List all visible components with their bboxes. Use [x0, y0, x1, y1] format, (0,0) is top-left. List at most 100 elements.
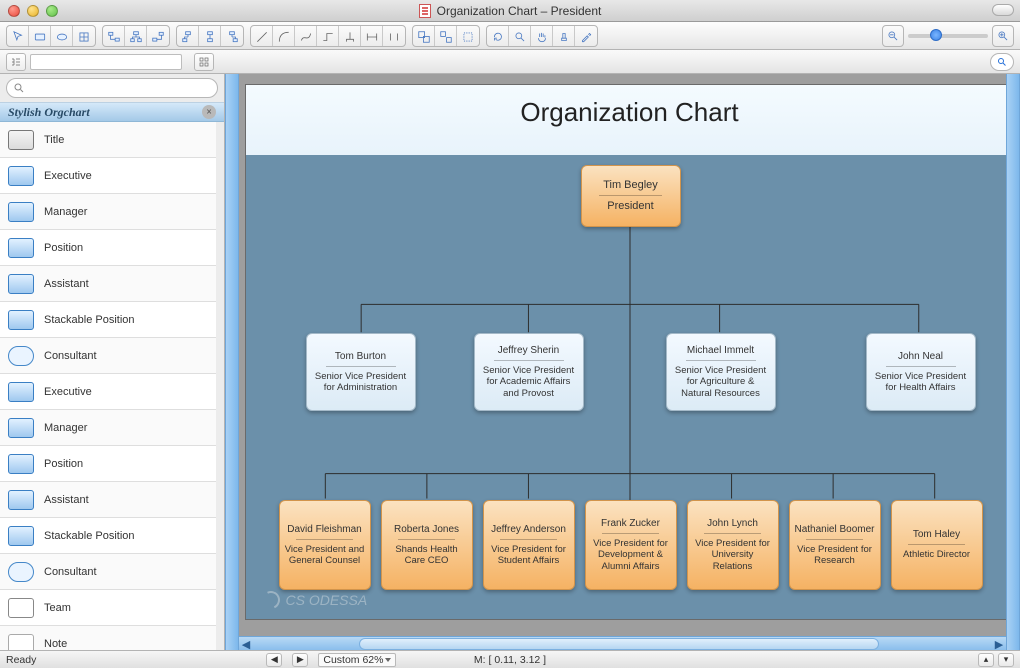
group-tool[interactable] — [413, 26, 435, 47]
scroll-left-button[interactable]: ◀ — [239, 637, 253, 650]
connector-elbow-tool[interactable] — [317, 26, 339, 47]
org-node[interactable]: Tom HaleyAthletic Director — [891, 500, 983, 590]
page-nav-a[interactable]: ▴ — [978, 653, 994, 667]
org-node[interactable]: David FleishmanVice President and Genera… — [279, 500, 371, 590]
grid-view-button[interactable] — [194, 53, 214, 71]
tree-view-toggle[interactable] — [6, 53, 26, 71]
pointer-tool[interactable] — [7, 26, 29, 47]
refresh-tool[interactable] — [487, 26, 509, 47]
zoom-slider-track[interactable] — [908, 34, 988, 38]
sidebar-group-header[interactable]: Stylish Orgchart × — [0, 102, 224, 122]
org-node[interactable]: Jeffrey SherinSenior Vice President for … — [474, 333, 584, 411]
ungroup-tool[interactable] — [435, 26, 457, 47]
sidebar-search-input[interactable] — [6, 78, 218, 98]
shape-icon — [8, 526, 34, 546]
shape-item-stackable-position[interactable]: Stackable Position — [0, 518, 216, 554]
tree-left-tool[interactable] — [103, 26, 125, 47]
close-window-button[interactable] — [8, 5, 20, 17]
zoom-slider[interactable] — [882, 25, 1014, 47]
path-field[interactable] — [30, 54, 182, 70]
line-tool[interactable] — [251, 26, 273, 47]
canvas-scroll[interactable]: Organization Chart Tim BegleyPresidentTo… — [239, 74, 1020, 650]
curve-tool[interactable] — [295, 26, 317, 47]
main-toolbar — [0, 22, 1020, 50]
connector-step-tool[interactable] — [361, 26, 383, 47]
sidebar-search — [0, 74, 224, 102]
shape-item-executive[interactable]: Executive — [0, 158, 216, 194]
arc-tool[interactable] — [273, 26, 295, 47]
org-node[interactable]: Nathaniel BoomerVice President for Resea… — [789, 500, 881, 590]
shape-item-note[interactable]: Note — [0, 626, 216, 650]
chart-page[interactable]: Organization Chart Tim BegleyPresidentTo… — [245, 84, 1015, 620]
org-node[interactable]: Tim BegleyPresident — [581, 165, 681, 227]
prev-page-button[interactable]: ◀ — [266, 653, 282, 667]
node-name: Tom Burton — [335, 351, 386, 362]
page-nav-b[interactable]: ▾ — [998, 653, 1014, 667]
org-chart: Tim BegleyPresidentTom BurtonSenior Vice… — [246, 155, 1014, 619]
shape-item-consultant[interactable]: Consultant — [0, 554, 216, 590]
horizontal-scrollbar[interactable]: ◀ ▶ — [239, 636, 1006, 650]
horizontal-scroll-thumb[interactable] — [359, 638, 879, 650]
statusbar: Ready ◀ ▶ Custom 62% M: [ 0.11, 3.12 ] ▴… — [0, 650, 1020, 668]
window-controls — [8, 5, 58, 17]
sidebar: Stylish Orgchart × TitleExecutiveManager… — [0, 74, 225, 650]
zoom-tool[interactable] — [509, 26, 531, 47]
connector-split-tool[interactable] — [339, 26, 361, 47]
org-node[interactable]: Michael ImmeltSenior Vice President for … — [666, 333, 776, 411]
zoom-window-button[interactable] — [46, 5, 58, 17]
node-role: Vice President and General Counsel — [284, 544, 366, 567]
zoom-in-button[interactable] — [992, 25, 1014, 47]
ellipse-tool[interactable] — [51, 26, 73, 47]
shape-list: TitleExecutiveManagerPositionAssistantSt… — [0, 122, 224, 650]
chevron-down-icon — [385, 658, 391, 662]
shape-item-title[interactable]: Title — [0, 122, 216, 158]
org-node[interactable]: Tom BurtonSenior Vice President for Admi… — [306, 333, 416, 411]
status-ready: Ready — [6, 654, 36, 666]
toolbar-toggle-button[interactable] — [992, 4, 1014, 16]
tree-down-tool[interactable] — [125, 26, 147, 47]
eyedropper-tool[interactable] — [575, 26, 597, 47]
window-title: Organization Chart – President — [437, 4, 602, 18]
align-center-tool[interactable] — [199, 26, 221, 47]
scroll-right-button[interactable]: ▶ — [992, 637, 1006, 650]
stamp-tool[interactable] — [553, 26, 575, 47]
shape-item-manager[interactable]: Manager — [0, 410, 216, 446]
connector-straight-tool[interactable] — [383, 26, 405, 47]
next-page-button[interactable]: ▶ — [292, 653, 308, 667]
shape-item-executive[interactable]: Executive — [0, 374, 216, 410]
rectangle-tool[interactable] — [29, 26, 51, 47]
align-left-tool[interactable] — [177, 26, 199, 47]
lock-tool[interactable] — [457, 26, 479, 47]
shape-item-assistant[interactable]: Assistant — [0, 482, 216, 518]
hand-tool[interactable] — [531, 26, 553, 47]
shape-item-stackable-position[interactable]: Stackable Position — [0, 302, 216, 338]
shape-label: Title — [44, 134, 64, 146]
align-right-tool[interactable] — [221, 26, 243, 47]
grid-tool[interactable] — [73, 26, 95, 47]
minimize-window-button[interactable] — [27, 5, 39, 17]
shape-item-consultant[interactable]: Consultant — [0, 338, 216, 374]
node-role: Senior Vice President for Agriculture & … — [671, 365, 771, 399]
shape-item-manager[interactable]: Manager — [0, 194, 216, 230]
node-role: Shands Health Care CEO — [386, 544, 468, 567]
close-icon[interactable]: × — [202, 105, 216, 119]
tree-right-tool[interactable] — [147, 26, 169, 47]
zoom-slider-thumb[interactable] — [930, 29, 942, 41]
search-toggle[interactable] — [990, 53, 1014, 71]
shape-label: Executive — [44, 386, 92, 398]
vertical-scrollbar[interactable] — [1006, 74, 1020, 650]
document-icon — [419, 4, 431, 18]
org-node[interactable]: Roberta JonesShands Health Care CEO — [381, 500, 473, 590]
zoom-out-button[interactable] — [882, 25, 904, 47]
shape-item-assistant[interactable]: Assistant — [0, 266, 216, 302]
shape-item-position[interactable]: Position — [0, 230, 216, 266]
shape-icon — [8, 598, 34, 618]
shape-item-position[interactable]: Position — [0, 446, 216, 482]
shape-item-team[interactable]: Team — [0, 590, 216, 626]
org-node[interactable]: John NealSenior Vice President for Healt… — [866, 333, 976, 411]
org-node[interactable]: John LynchVice President for University … — [687, 500, 779, 590]
shape-icon — [8, 202, 34, 222]
zoom-field[interactable]: Custom 62% — [318, 653, 396, 667]
org-node[interactable]: Jeffrey AndersonVice President for Stude… — [483, 500, 575, 590]
org-node[interactable]: Frank ZuckerVice President for Developme… — [585, 500, 677, 590]
